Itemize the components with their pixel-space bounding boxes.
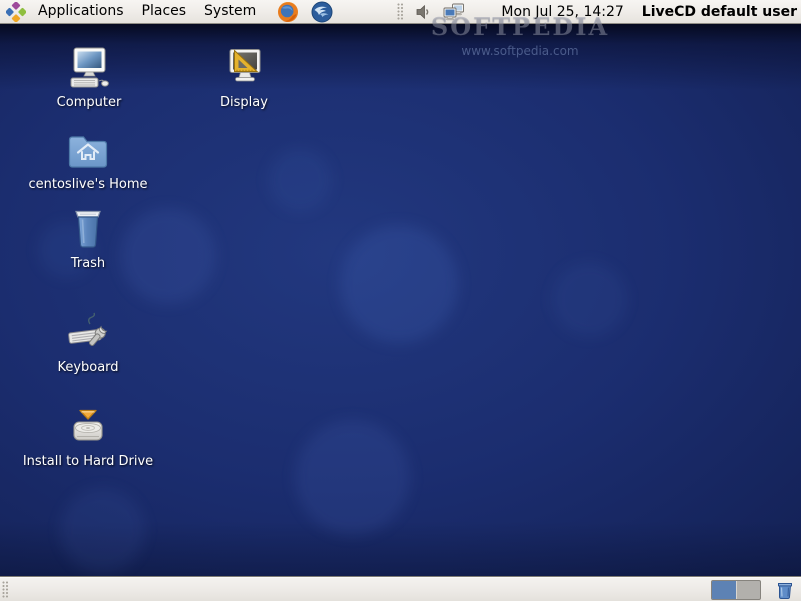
menu-system[interactable]: System <box>195 0 265 24</box>
desktop-icon-label: centoslive's Home <box>28 177 148 192</box>
wallpaper-bokeh <box>268 148 332 212</box>
desktop-icon-keyboard[interactable]: Keyboard <box>57 310 119 375</box>
home-folder-icon <box>68 136 108 168</box>
desktop-icon-home[interactable]: centoslive's Home <box>29 127 148 192</box>
user-label: LiveCD default user <box>641 3 797 20</box>
computer-icon <box>70 47 109 88</box>
menu-places[interactable]: Places <box>133 0 196 24</box>
volume-icon[interactable] <box>415 4 431 20</box>
menu-applications[interactable]: Applications <box>29 0 133 24</box>
wallpaper-bokeh <box>60 488 145 573</box>
desktop-screen: SOFTPEDIA www.softpedia.com Applications… <box>0 0 801 601</box>
clock[interactable]: Mon Jul 25, 14:27 <box>501 4 623 20</box>
desktop-icon-install[interactable]: Install to Hard Drive <box>23 404 153 469</box>
desktop-icon-label: Trash <box>70 256 106 271</box>
watermark-url: www.softpedia.com <box>461 44 579 58</box>
thunderbird-launcher-icon[interactable] <box>311 1 333 23</box>
desktop-icon-label: Keyboard <box>57 360 119 375</box>
bottom-panel <box>0 577 801 601</box>
desktop-icon-label: Computer <box>56 95 122 110</box>
install-hard-drive-icon <box>73 409 103 441</box>
notification-area-handle[interactable] <box>397 2 405 21</box>
network-icon[interactable] <box>443 3 465 21</box>
desktop-icon-label: Install to Hard Drive <box>22 454 154 469</box>
workspace-switcher <box>711 579 761 600</box>
workspace-1[interactable] <box>712 580 737 599</box>
display-icon <box>229 49 261 82</box>
desktop-icon-computer[interactable]: Computer <box>57 45 121 110</box>
wallpaper-bokeh <box>340 225 458 343</box>
keyboard-icon <box>68 312 108 346</box>
desktop-icon-label: Display <box>220 95 268 110</box>
wallpaper-bokeh <box>295 420 410 535</box>
wallpaper-bokeh <box>552 262 627 337</box>
workspace-2[interactable] <box>737 581 761 599</box>
desktop-icon-trash[interactable]: Trash <box>64 206 112 271</box>
bottom-panel-handle[interactable] <box>2 580 9 599</box>
centos-logo-icon[interactable] <box>5 0 27 23</box>
top-panel: Applications Places System Mon Jul 25, 1… <box>0 0 801 24</box>
desktop-icon-display[interactable]: Display <box>220 45 268 110</box>
wallpaper-bokeh <box>120 208 216 304</box>
firefox-launcher-icon[interactable] <box>277 1 299 23</box>
trash-icon <box>75 210 101 248</box>
trash-applet-icon[interactable] <box>775 580 795 600</box>
